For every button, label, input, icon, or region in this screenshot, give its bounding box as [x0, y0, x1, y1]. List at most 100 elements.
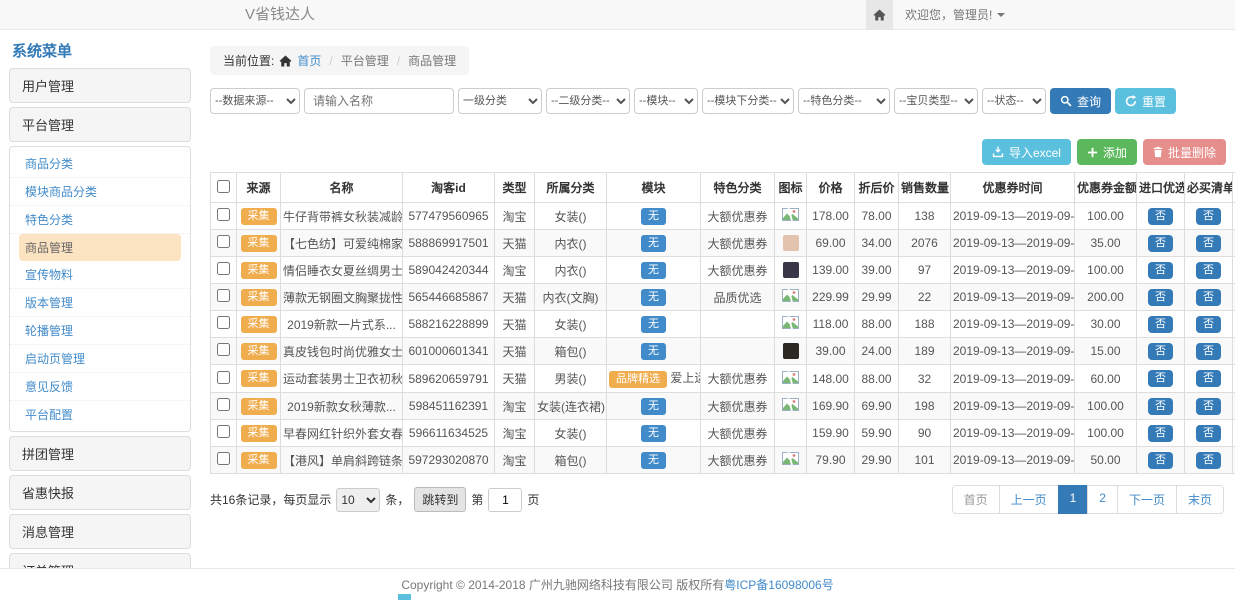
- row-checkbox[interactable]: [217, 262, 230, 275]
- row-checkbox[interactable]: [217, 398, 230, 411]
- must-buy-toggle[interactable]: 否: [1196, 208, 1221, 225]
- source-badge: 采集: [241, 452, 277, 469]
- navbar-right: 欢迎您，管理员!: [866, 0, 1017, 29]
- category-l2-select[interactable]: --二级分类--: [546, 88, 630, 114]
- price: 139.00: [807, 257, 855, 284]
- status-select[interactable]: --状态--: [982, 88, 1046, 114]
- must-buy-toggle[interactable]: 否: [1196, 343, 1221, 360]
- page-link[interactable]: 首页: [952, 485, 1000, 514]
- select-all-checkbox[interactable]: [217, 180, 230, 193]
- sidebar-subitem[interactable]: 模块商品分类: [10, 178, 190, 206]
- import-select-toggle[interactable]: 否: [1148, 370, 1173, 387]
- product-category: 男装(): [535, 365, 607, 393]
- reset-button[interactable]: 重置: [1115, 88, 1176, 114]
- sidebar-subitem[interactable]: 平台配置: [10, 401, 190, 428]
- row-checkbox[interactable]: [217, 316, 230, 329]
- row-checkbox[interactable]: [217, 371, 230, 384]
- breadcrumb-label: 当前位置:: [223, 52, 274, 69]
- jump-page-input[interactable]: [488, 488, 522, 512]
- import-select-toggle[interactable]: 否: [1148, 289, 1173, 306]
- sidebar-item[interactable]: 拼团管理: [9, 436, 191, 471]
- import-select-toggle[interactable]: 否: [1148, 316, 1173, 333]
- page-link[interactable]: 2: [1087, 485, 1118, 514]
- jump-prefix: 第: [471, 491, 483, 508]
- row-checkbox[interactable]: [217, 452, 230, 465]
- coupon-time: 2019-09-13—2019-09-17: [951, 393, 1075, 420]
- price: 169.90: [807, 393, 855, 420]
- breadcrumb-home-link[interactable]: 首页: [297, 52, 321, 69]
- taoke-id: 601000601341: [403, 338, 495, 365]
- sidebar-item[interactable]: 平台管理: [9, 107, 191, 142]
- must-buy-toggle[interactable]: 否: [1196, 316, 1221, 333]
- page-link[interactable]: 末页: [1176, 485, 1224, 514]
- must-buy-toggle[interactable]: 否: [1196, 370, 1221, 387]
- icon-cell: [775, 365, 807, 393]
- feature-category-select[interactable]: --特色分类--: [798, 88, 890, 114]
- item-type-select[interactable]: --宝贝类型--: [894, 88, 978, 114]
- breadcrumb-home-icon: [279, 55, 292, 67]
- row-checkbox[interactable]: [217, 208, 230, 221]
- import-select-toggle[interactable]: 否: [1148, 208, 1173, 225]
- feature-category: 大额优惠券: [701, 230, 775, 257]
- category-l1-select[interactable]: 一级分类: [458, 88, 542, 114]
- sidebar-subitem[interactable]: 轮播管理: [10, 317, 190, 345]
- per-page-select[interactable]: 10: [336, 488, 380, 512]
- page-link[interactable]: 下一页: [1117, 485, 1177, 514]
- pagination-summary: 共16条记录，每页显示 10 条， 跳转到 第 页: [210, 487, 539, 512]
- must-buy-toggle[interactable]: 否: [1196, 262, 1221, 279]
- module-cell: 无: [607, 420, 701, 447]
- row-checkbox[interactable]: [217, 289, 230, 302]
- must-buy-toggle[interactable]: 否: [1196, 398, 1221, 415]
- product-category: 内衣(文胸): [535, 284, 607, 311]
- column-header: 淘客id: [403, 173, 495, 203]
- module-select[interactable]: --模块--: [634, 88, 698, 114]
- sidebar-subitem[interactable]: 版本管理: [10, 289, 190, 317]
- page-current[interactable]: 1: [1058, 485, 1089, 514]
- row-checkbox[interactable]: [217, 235, 230, 248]
- sidebar-subitem[interactable]: 启动页管理: [10, 345, 190, 373]
- row-checkbox[interactable]: [217, 425, 230, 438]
- import-excel-button[interactable]: 导入excel: [982, 139, 1071, 165]
- add-icon: [1087, 147, 1098, 158]
- sidebar-subitem[interactable]: 特色分类: [10, 206, 190, 234]
- module-subcategory-select[interactable]: --模块下分类--: [702, 88, 794, 114]
- jump-button[interactable]: 跳转到: [414, 487, 466, 512]
- must-buy-toggle[interactable]: 否: [1196, 425, 1221, 442]
- taoke-id: 589620659791: [403, 365, 495, 393]
- name-search-input[interactable]: [304, 88, 454, 114]
- import-select-toggle[interactable]: 否: [1148, 343, 1173, 360]
- import-select-toggle[interactable]: 否: [1148, 425, 1173, 442]
- batch-delete-button[interactable]: 批量删除: [1143, 139, 1226, 165]
- product-type: 淘宝: [495, 393, 535, 420]
- sidebar-subitem[interactable]: 意见反馈: [10, 373, 190, 401]
- import-select-toggle[interactable]: 否: [1148, 235, 1173, 252]
- must-buy-toggle[interactable]: 否: [1196, 235, 1221, 252]
- search-button[interactable]: 查询: [1050, 88, 1111, 114]
- must-buy-toggle[interactable]: 否: [1196, 452, 1221, 469]
- feature-category: 大额优惠券: [701, 447, 775, 474]
- sidebar-item[interactable]: 消息管理: [9, 514, 191, 549]
- sidebar-item[interactable]: 订单管理: [9, 553, 191, 568]
- column-header: 必买清单: [1185, 173, 1233, 203]
- import-select-toggle[interactable]: 否: [1148, 452, 1173, 469]
- import-select-toggle[interactable]: 否: [1148, 398, 1173, 415]
- row-checkbox[interactable]: [217, 343, 230, 356]
- add-button[interactable]: 添加: [1077, 139, 1137, 165]
- data-source-select[interactable]: --数据来源--: [210, 88, 300, 114]
- product-category: 内衣(): [535, 230, 607, 257]
- jump-suffix: 页: [527, 491, 539, 508]
- price: 229.99: [807, 284, 855, 311]
- page-link[interactable]: 上一页: [999, 485, 1059, 514]
- icp-link[interactable]: 粤ICP备16098006号: [724, 576, 833, 593]
- sidebar-subitem[interactable]: 宣传物料: [10, 261, 190, 289]
- home-button[interactable]: [866, 0, 893, 29]
- sidebar-subitem[interactable]: 商品管理: [19, 234, 181, 261]
- import-select-toggle[interactable]: 否: [1148, 262, 1173, 279]
- module-none-badge: 无: [641, 398, 666, 415]
- sidebar-item[interactable]: 省惠快报: [9, 475, 191, 510]
- must-buy-toggle[interactable]: 否: [1196, 289, 1221, 306]
- user-menu[interactable]: 欢迎您，管理员!: [893, 0, 1017, 29]
- table-row: 采集 薄款无钢圈文胸聚拢性... 565446685867 天猫 内衣(文胸) …: [211, 284, 1235, 311]
- sidebar-item[interactable]: 用户管理: [9, 68, 191, 103]
- sidebar-subitem[interactable]: 商品分类: [10, 150, 190, 178]
